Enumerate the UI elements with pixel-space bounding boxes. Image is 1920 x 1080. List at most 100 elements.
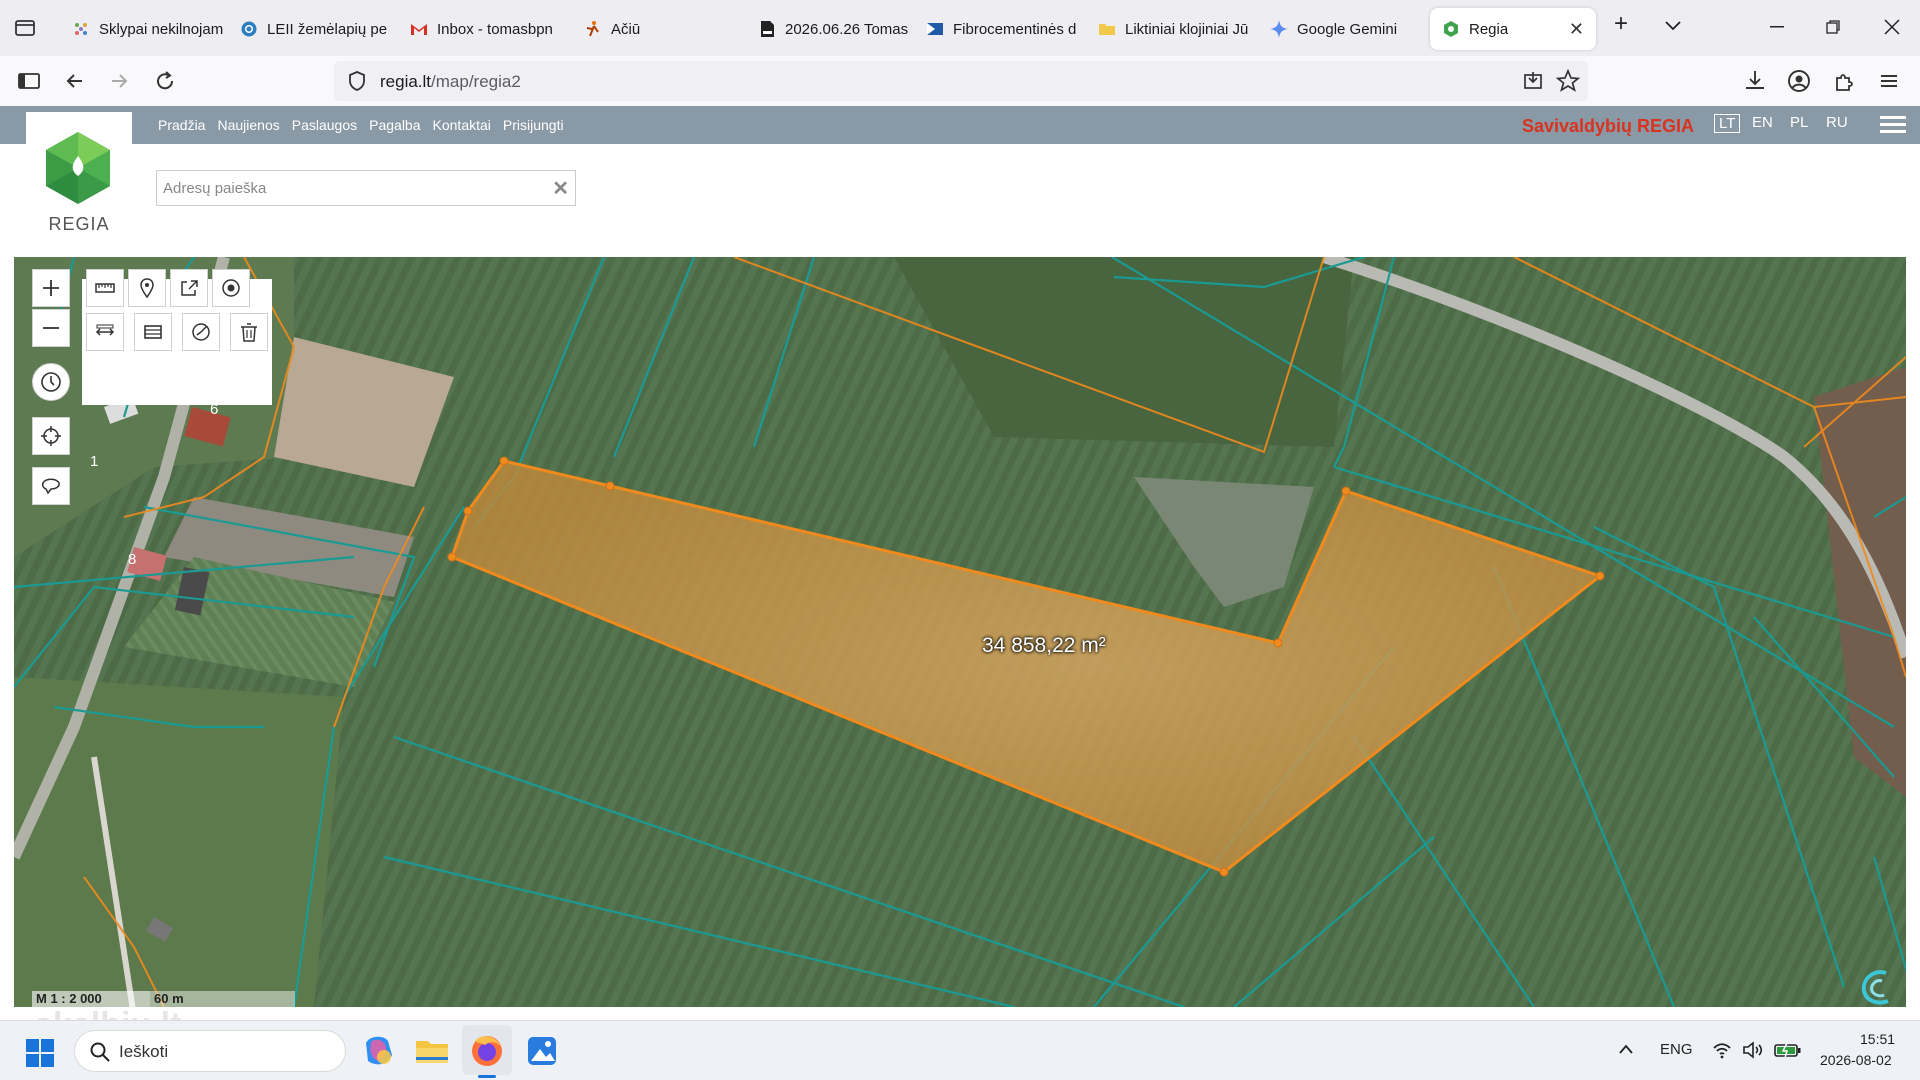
tab-regia[interactable]: Regia ✕ (1430, 8, 1596, 50)
back-arrow-icon[interactable] (62, 68, 88, 94)
browser-nav-bar: regia.lt/map/regia2 (0, 56, 1920, 106)
area-icon (144, 325, 162, 339)
figure-icon (586, 21, 599, 37)
target-icon (222, 279, 240, 297)
globe-icon (241, 21, 257, 37)
brand-title: Savivaldybių REGIA (1522, 116, 1695, 136)
radius-tool-button[interactable] (182, 313, 220, 351)
map-pin-icon (140, 278, 154, 299)
tab-title: Ačiū (611, 20, 641, 38)
lang-ru[interactable]: RU (1826, 114, 1848, 131)
url-text[interactable]: regia.lt/map/regia2 (380, 72, 521, 92)
taskbar-search[interactable]: Ieškoti (74, 1030, 346, 1072)
url-host: regia.lt (380, 72, 432, 91)
copilot-icon[interactable] (358, 1031, 398, 1071)
regia-logo[interactable]: REGIA (26, 112, 132, 240)
input-language[interactable]: ENG (1660, 1041, 1693, 1058)
wifi-icon[interactable] (1712, 1041, 1732, 1059)
downloads-icon[interactable] (1742, 68, 1768, 94)
tab-inbox[interactable]: Inbox - tomasbpn (398, 8, 568, 50)
windows-start-icon[interactable] (26, 1039, 54, 1067)
firefox-icon[interactable] (467, 1031, 507, 1071)
taskbar-search-placeholder: Ieškoti (119, 1042, 169, 1061)
pin-tool-button[interactable] (128, 269, 166, 307)
watermark: skelbiu.lt (34, 1006, 181, 1020)
address-search: ✕ (156, 170, 576, 206)
menu-item-prisijungti[interactable]: Prisijungti (503, 117, 564, 133)
history-button[interactable] (32, 363, 70, 401)
flag-icon (927, 23, 943, 35)
clock-date[interactable]: 2026-08-02 (1820, 1052, 1892, 1068)
menu-item-pagalba[interactable]: Pagalba (369, 117, 420, 133)
locate-button[interactable] (32, 417, 70, 455)
scale-ratio: M 1 : 2 000 (32, 991, 150, 1007)
tab-fibrocement[interactable]: Fibrocementinės d (914, 8, 1084, 50)
tab-sklypai[interactable]: Sklypai nekilnojam (60, 8, 228, 50)
clock-time[interactable]: 15:51 (1860, 1031, 1895, 1047)
bookmark-star-icon[interactable] (1556, 69, 1580, 93)
lang-en[interactable]: EN (1752, 114, 1773, 131)
main-menu: Pradžia Naujienos Paslaugos Pagalba Kont… (158, 117, 576, 133)
restore-icon[interactable] (1826, 20, 1840, 34)
photos-icon[interactable] (522, 1031, 562, 1071)
extensions-icon[interactable] (1832, 68, 1858, 94)
measure-area-button[interactable] (134, 313, 172, 351)
chevron-down-icon[interactable] (1664, 20, 1682, 32)
folder-icon (1099, 24, 1115, 35)
reload-icon[interactable] (152, 68, 178, 94)
clear-search-icon[interactable]: ✕ (552, 176, 569, 201)
radius-icon (192, 323, 210, 341)
measure-tool-button[interactable] (86, 269, 124, 307)
menu-item-kontaktai[interactable]: Kontaktai (433, 117, 491, 133)
menu-item-naujienos[interactable]: Naujienos (217, 117, 279, 133)
account-icon[interactable] (1786, 68, 1812, 94)
tab-title: Inbox - tomasbpn (437, 20, 553, 38)
menu-item-paslaugos[interactable]: Paslaugos (292, 117, 357, 133)
tab-list-icon[interactable] (12, 15, 38, 41)
gemini-icon (1270, 20, 1288, 38)
browser-tab-bar: Sklypai nekilnojam LEII žemėlapių pe Inb… (0, 0, 1920, 56)
new-tab-icon[interactable]: + (1614, 10, 1628, 38)
install-app-icon[interactable] (1522, 70, 1544, 92)
minimize-icon[interactable] (1770, 26, 1784, 28)
map-canvas[interactable]: 1 6 8 34 858,22 m² M 1: 2 000 60 m (14, 257, 1906, 1007)
tab-title: 2026.06.26 Tomas (785, 20, 909, 38)
lang-pl[interactable]: PL (1790, 114, 1808, 131)
zoom-in-button[interactable] (32, 269, 70, 307)
measure-distance-button[interactable] (86, 313, 124, 351)
lang-lt[interactable]: LT (1714, 114, 1741, 133)
tab-title: Liktiniai klojiniai Jū (1125, 20, 1249, 38)
tab-aciu[interactable]: Ačiū (572, 8, 742, 50)
tab-liktiniai[interactable]: Liktiniai klojiniai Jū (1086, 8, 1256, 50)
sidebar-icon[interactable] (16, 68, 42, 94)
address-bar[interactable]: regia.lt/map/regia2 (334, 61, 1588, 101)
target-tool-button[interactable] (212, 269, 250, 307)
hamburger-menu-icon[interactable] (1880, 116, 1906, 136)
menu-item-pradzia[interactable]: Pradžia (158, 117, 205, 133)
delete-button[interactable] (230, 313, 268, 351)
address-search-input[interactable] (157, 171, 537, 205)
distance-icon (95, 324, 115, 336)
battery-charging-icon[interactable] (1774, 1041, 1802, 1059)
regia-logo-icon (46, 132, 110, 204)
volume-icon[interactable] (1742, 1041, 1764, 1059)
shield-icon[interactable] (346, 70, 368, 92)
chevron-up-icon[interactable] (1618, 1043, 1634, 1055)
region-select-button[interactable] (32, 467, 70, 505)
app-menu-icon[interactable] (1876, 68, 1902, 94)
search-icon (90, 1042, 110, 1062)
file-explorer-icon[interactable] (412, 1031, 452, 1071)
tab-leii[interactable]: LEII žemėlapių pe (228, 8, 396, 50)
tab-title: Google Gemini (1297, 20, 1398, 38)
share-tool-button[interactable] (170, 269, 208, 307)
tab-gemini[interactable]: Google Gemini (1258, 8, 1428, 50)
tab-pdf[interactable]: 2026.06.26 Tomas (746, 8, 910, 50)
close-tab-icon[interactable]: ✕ (1569, 19, 1584, 40)
active-app-indicator (478, 1075, 496, 1078)
house-number-1: 1 (90, 453, 98, 470)
tab-title: Sklypai nekilnojam (99, 20, 224, 38)
window-close-icon[interactable] (1884, 19, 1900, 35)
zoom-out-button[interactable] (32, 309, 70, 347)
forward-arrow-icon[interactable] (106, 68, 132, 94)
clock-icon (41, 372, 61, 392)
